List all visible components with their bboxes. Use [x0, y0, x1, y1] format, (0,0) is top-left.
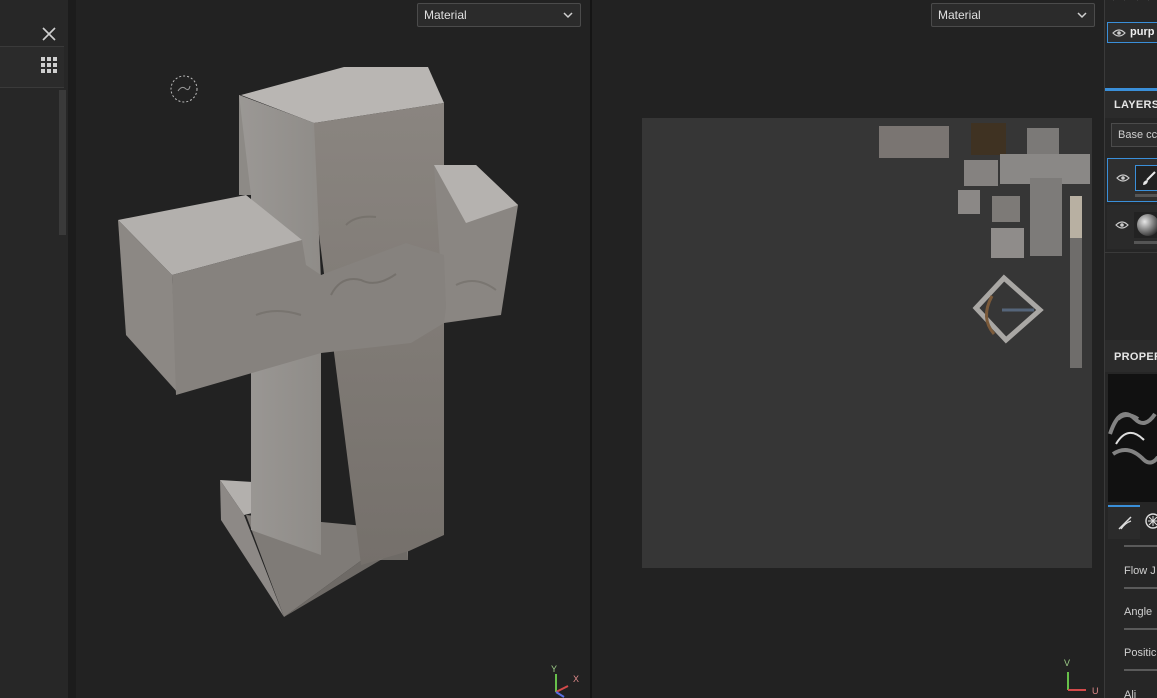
chevron-down-icon	[1077, 12, 1087, 19]
chevron-down-icon	[563, 12, 573, 19]
left-panel-scrollbar[interactable]	[59, 90, 66, 235]
uv-islands	[879, 123, 1090, 368]
param-slider[interactable]	[1124, 587, 1157, 589]
param-separator	[1124, 545, 1157, 547]
blend-mode-value: Base cc	[1118, 129, 1157, 141]
material-sphere-icon	[1137, 214, 1157, 236]
uv-texture-canvas[interactable]	[642, 118, 1092, 568]
viewport-3d[interactable]: Material Y X	[76, 0, 590, 698]
param-slider[interactable]	[1124, 669, 1157, 671]
material-tab-icon[interactable]	[1145, 513, 1157, 529]
fill-layer-thumbnail	[1134, 212, 1157, 238]
viewport-2d[interactable]: Material V U	[592, 0, 1104, 698]
axis-y-label: Y	[551, 664, 558, 674]
brush-tab[interactable]	[1108, 505, 1140, 539]
param-label: Flow J	[1124, 565, 1156, 577]
brush-stroke-icon	[1118, 516, 1132, 530]
texture-set-name: purp	[1130, 26, 1155, 38]
left-panel-toolbar	[0, 47, 64, 88]
grid-icon[interactable]	[41, 57, 58, 74]
visibility-toggle-icon[interactable]	[1111, 0, 1151, 6]
param-label: Positic	[1124, 647, 1157, 659]
param-label: Angle	[1124, 606, 1153, 618]
blend-mode-dropdown[interactable]: Base cc	[1111, 123, 1157, 147]
layers-title: LAYERS	[1114, 99, 1157, 111]
axis-u-label: U	[1092, 686, 1099, 696]
viewport-2d-mode-dropdown[interactable]: Material	[931, 3, 1095, 27]
eye-icon[interactable]	[1115, 220, 1129, 230]
cross-3d-model	[118, 67, 518, 617]
viewport-3d-mode-label: Material	[424, 8, 467, 22]
texture-set-item[interactable]: purp	[1107, 22, 1157, 43]
brush-alpha-preview	[1108, 374, 1157, 502]
layer-row-fill[interactable]	[1107, 205, 1157, 249]
axis-v-label: V	[1064, 658, 1071, 668]
brush-icon	[1143, 171, 1156, 185]
panel-separator	[68, 0, 76, 698]
layer-row-paint[interactable]	[1107, 158, 1157, 202]
param-slider[interactable]	[1124, 628, 1157, 630]
close-icon[interactable]	[42, 27, 56, 41]
eye-icon[interactable]	[1112, 28, 1126, 38]
right-panel: purp LAYERS Base cc PROPE Flow J Angle P…	[1104, 0, 1157, 698]
eye-icon[interactable]	[1116, 173, 1130, 183]
viewport-3d-mode-dropdown[interactable]: Material	[417, 3, 581, 27]
left-panel-header	[0, 0, 64, 47]
left-side-panel	[0, 0, 76, 698]
brush-alpha-image	[1108, 412, 1157, 465]
properties-title: PROPERT	[1114, 351, 1157, 363]
viewport-2d-mode-label: Material	[938, 8, 981, 22]
paint-layer-thumbnail	[1135, 165, 1157, 191]
axis-x-label: X	[573, 674, 580, 684]
param-label: Ali	[1124, 689, 1137, 698]
